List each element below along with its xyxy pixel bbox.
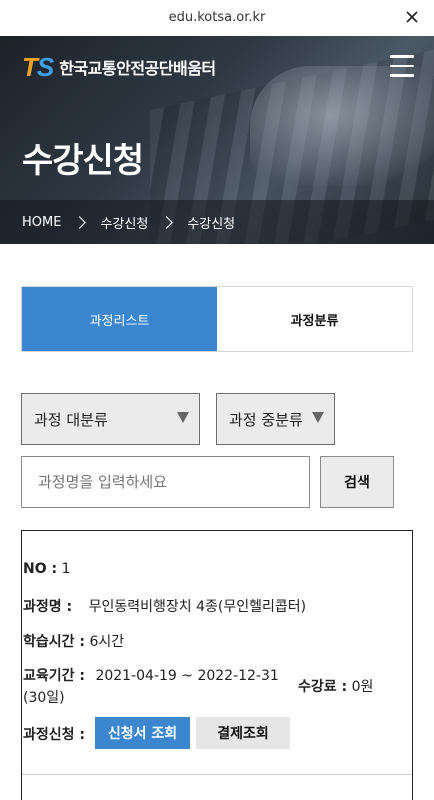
browser-url-bar: edu.kotsa.or.kr bbox=[0, 0, 434, 36]
breadcrumb-current: 수강신청 bbox=[187, 216, 236, 232]
course-period-label: 교육기간 : bbox=[23, 668, 85, 684]
page-title: 수강신청 bbox=[22, 141, 144, 181]
divider bbox=[22, 774, 412, 775]
course-apply-label: 과정신청 : bbox=[23, 727, 85, 743]
dropdown-arrow-icon bbox=[177, 412, 189, 423]
url-text: edu.kotsa.or.kr bbox=[168, 10, 266, 25]
tab-course-category[interactable]: 과정분류 bbox=[217, 287, 412, 351]
dropdown-arrow-icon bbox=[312, 412, 324, 423]
ts-logo-mark: TS bbox=[22, 51, 54, 82]
course-name-row: 과정명 : 무인동력비행장치 4종(무인헬리콥터) bbox=[23, 596, 306, 616]
site-logo[interactable]: TS 한국교통안전공단배움터 bbox=[22, 51, 216, 82]
course-no-row: NO : 1 bbox=[23, 561, 70, 577]
course-no-label: NO : bbox=[23, 561, 58, 577]
org-name: 한국교통안전공단배움터 bbox=[59, 59, 216, 78]
major-category-select[interactable]: 과정 대분류 bbox=[21, 393, 200, 445]
course-period-row: 교육기간 : 2021-04-19 ~ 2022-12-31 bbox=[23, 665, 279, 685]
middle-category-value: 과정 중분류 bbox=[229, 410, 303, 429]
tab-course-list[interactable]: 과정리스트 bbox=[22, 287, 217, 351]
course-period-days: (30일) bbox=[23, 690, 65, 706]
course-no-value: 1 bbox=[61, 561, 71, 577]
hamburger-menu-icon[interactable] bbox=[390, 55, 414, 77]
breadcrumb-home[interactable]: HOME bbox=[22, 215, 61, 230]
course-tabs: 과정리스트 과정분류 bbox=[21, 286, 413, 352]
hand-background-image bbox=[250, 66, 434, 186]
breadcrumb-item[interactable]: 수강신청 bbox=[100, 213, 148, 232]
course-hours-row: 학습시간 : 6시간 bbox=[23, 631, 124, 651]
middle-category-select[interactable]: 과정 중분류 bbox=[216, 393, 335, 445]
chevron-right-icon bbox=[160, 215, 174, 229]
course-search-input[interactable] bbox=[21, 456, 310, 508]
close-icon[interactable] bbox=[402, 7, 422, 27]
course-fee-value: 0원 bbox=[351, 679, 374, 695]
course-name-label: 과정명 : bbox=[23, 599, 73, 615]
course-hours-value: 6시간 bbox=[89, 634, 125, 650]
chevron-right-icon bbox=[73, 215, 87, 229]
course-name-value: 무인동력비행장치 4종(무인헬리콥터) bbox=[88, 599, 307, 615]
course-fee-label: 수강료 : bbox=[298, 679, 348, 695]
major-category-value: 과정 대분류 bbox=[34, 410, 108, 429]
view-payment-button[interactable]: 결제조회 bbox=[196, 717, 290, 749]
search-button[interactable]: 검색 bbox=[320, 456, 394, 508]
view-application-button[interactable]: 신청서 조회 bbox=[95, 717, 190, 749]
course-period-value: 2021-04-19 ~ 2022-12-31 bbox=[95, 668, 279, 684]
course-fee-row: 수강료 : 0원 bbox=[298, 676, 373, 696]
breadcrumb: HOME 수강신청 수강신청 bbox=[0, 200, 434, 244]
course-card: NO : 1 과정명 : 무인동력비행장치 4종(무인헬리콥터) 학습시간 : … bbox=[21, 530, 413, 800]
course-hours-label: 학습시간 : bbox=[23, 634, 85, 650]
